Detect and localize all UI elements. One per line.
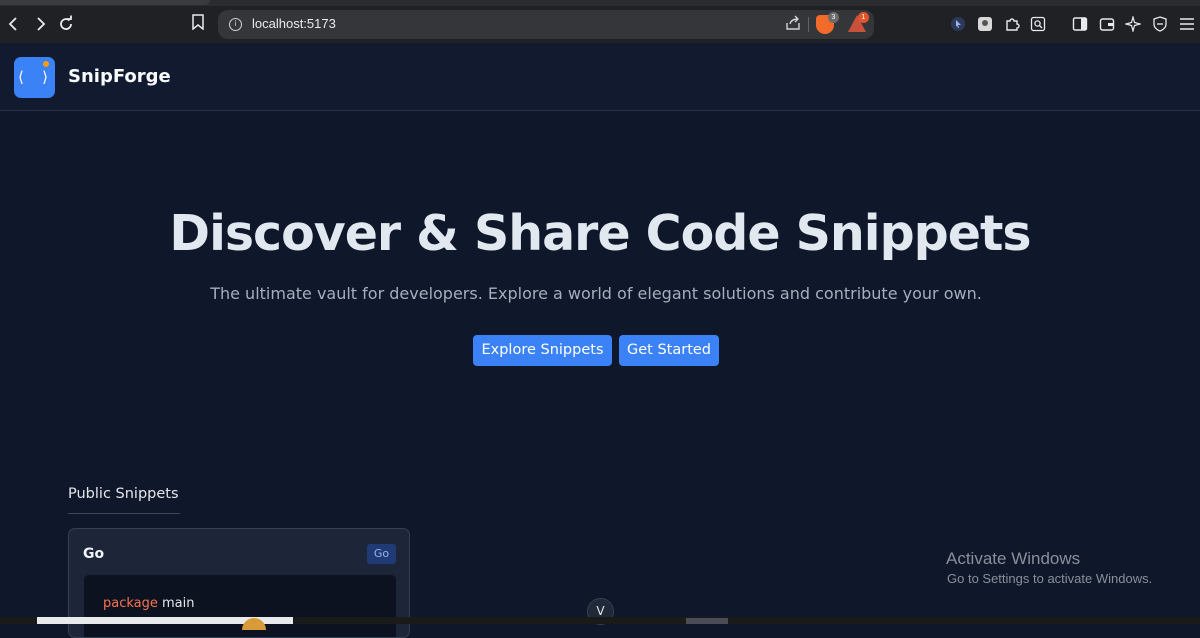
sidebar-icon[interactable] (1072, 16, 1088, 32)
site-info-icon[interactable]: i (229, 18, 242, 31)
brave-shield-badge: 3 (828, 12, 839, 23)
reload-icon[interactable] (56, 14, 76, 34)
address-bar[interactable]: i localhost:5173 3 1 (218, 10, 874, 39)
section-underline (68, 513, 180, 514)
brand-name[interactable]: SnipForge (68, 66, 171, 87)
hero-title: Discover & Share Code Snippets (169, 205, 1031, 262)
share-icon[interactable] (784, 15, 802, 33)
wallet-icon[interactable] (1099, 16, 1115, 32)
logo-accent-dot (43, 61, 49, 67)
code-line: package main (103, 596, 195, 611)
search-extension-icon[interactable] (1030, 16, 1046, 32)
active-tab[interactable] (0, 0, 210, 5)
divider (808, 17, 809, 32)
code-text: main (157, 596, 195, 611)
explore-snippets-button[interactable]: Explore Snippets (473, 335, 612, 366)
bookmark-icon[interactable] (188, 14, 208, 34)
cursor-extension-icon[interactable] (950, 16, 966, 32)
snippet-title: Go (83, 546, 105, 562)
menu-icon[interactable] (1179, 16, 1195, 32)
section-title: Public Snippets (68, 486, 179, 502)
url-text[interactable]: localhost:5173 (252, 16, 336, 31)
back-icon[interactable] (4, 14, 24, 34)
image-extension-icon[interactable] (977, 16, 993, 32)
brave-rewards-badge: 1 (858, 12, 869, 23)
browser-toolbar: i localhost:5173 3 1 (0, 0, 1200, 43)
leo-ai-icon[interactable] (1123, 14, 1143, 34)
taskbar-item[interactable] (686, 618, 728, 624)
hero-subtitle: The ultimate vault for developers. Explo… (210, 284, 982, 303)
code-keyword: package (103, 596, 158, 611)
puzzle-extension-icon[interactable] (1004, 16, 1020, 32)
forward-icon[interactable] (30, 14, 50, 34)
get-started-button[interactable]: Get Started (619, 335, 719, 366)
vpn-shield-icon[interactable] (1152, 16, 1168, 32)
language-badge: Go (367, 544, 396, 564)
code-preview: package main (84, 575, 396, 637)
logo-icon[interactable]: ⟨ ⟩ (14, 57, 55, 98)
activate-windows-title: Activate Windows (946, 549, 1081, 568)
app-header: ⟨ ⟩ SnipForge (0, 43, 1200, 111)
logo-glyph: ⟨ ⟩ (16, 68, 53, 86)
activate-windows-subtitle: Go to Settings to activate Windows. (947, 571, 1153, 586)
